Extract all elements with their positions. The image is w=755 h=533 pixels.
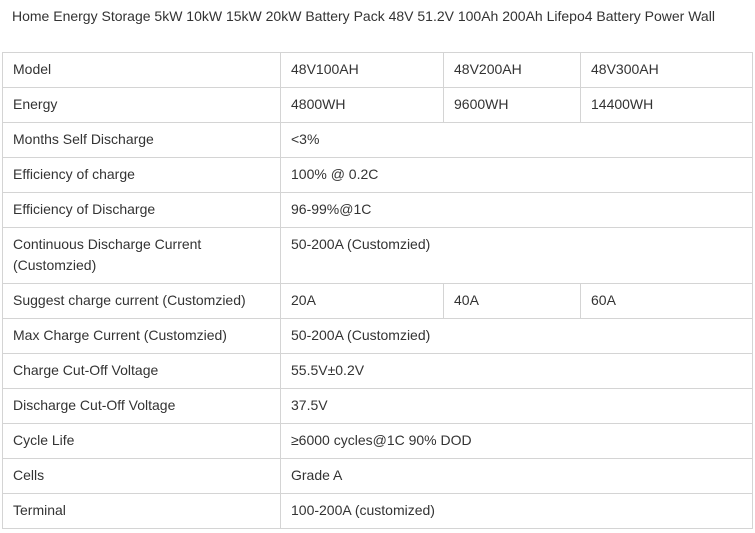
table-cell: 40A: [443, 283, 581, 319]
table-cell: 4800WH: [280, 87, 444, 123]
table-cell: 50-200A (Customzied): [280, 318, 753, 354]
row-label: Efficiency of charge: [2, 157, 281, 193]
table-cell: Grade A: [280, 458, 753, 494]
table-row: Max Charge Current (Customzied) 50-200A …: [2, 318, 753, 354]
row-label: Max Charge Current (Customzied): [2, 318, 281, 354]
row-label: Model: [2, 52, 281, 88]
table-row: Cycle Life ≥6000 cycles@1C 90% DOD: [2, 423, 753, 459]
row-label: Cells: [2, 458, 281, 494]
spec-table: Model 48V100AH 48V200AH 48V300AH Energy …: [2, 52, 753, 529]
table-row: Discharge Cut-Off Voltage 37.5V: [2, 388, 753, 424]
row-label: Terminal: [2, 493, 281, 529]
row-label: Charge Cut-Off Voltage: [2, 353, 281, 389]
table-cell: 60A: [580, 283, 753, 319]
table-cell: 55.5V±0.2V: [280, 353, 753, 389]
row-label: Efficiency of Discharge: [2, 192, 281, 228]
table-cell: 37.5V: [280, 388, 753, 424]
table-row: Efficiency of Discharge 96-99%@1C: [2, 192, 753, 228]
row-label: Continuous Discharge Current (Customzied…: [2, 227, 281, 284]
row-label: Discharge Cut-Off Voltage: [2, 388, 281, 424]
table-row: Model 48V100AH 48V200AH 48V300AH: [2, 52, 753, 88]
table-cell: 20A: [280, 283, 444, 319]
table-row: Charge Cut-Off Voltage 55.5V±0.2V: [2, 353, 753, 389]
row-label: Suggest charge current (Customzied): [2, 283, 281, 319]
table-cell: 100% @ 0.2C: [280, 157, 753, 193]
row-label: Months Self Discharge: [2, 122, 281, 158]
table-cell: 9600WH: [443, 87, 581, 123]
table-cell: ≥6000 cycles@1C 90% DOD: [280, 423, 753, 459]
table-row: Efficiency of charge 100% @ 0.2C: [2, 157, 753, 193]
table-cell: <3%: [280, 122, 753, 158]
page-title: Home Energy Storage 5kW 10kW 15kW 20kW B…: [12, 8, 715, 24]
table-cell: 48V100AH: [280, 52, 444, 88]
row-label: Energy: [2, 87, 281, 123]
table-cell: 48V300AH: [580, 52, 753, 88]
table-row: Terminal 100-200A (customized): [2, 493, 753, 529]
table-row: Continuous Discharge Current (Customzied…: [2, 227, 753, 284]
table-cell: 48V200AH: [443, 52, 581, 88]
spec-page: Home Energy Storage 5kW 10kW 15kW 20kW B…: [0, 0, 755, 533]
table-cell: 96-99%@1C: [280, 192, 753, 228]
table-cell: 14400WH: [580, 87, 753, 123]
table-row: Energy 4800WH 9600WH 14400WH: [2, 87, 753, 123]
table-row: Cells Grade A: [2, 458, 753, 494]
table-row: Suggest charge current (Customzied) 20A …: [2, 283, 753, 319]
table-cell: 100-200A (customized): [280, 493, 753, 529]
table-row: Months Self Discharge <3%: [2, 122, 753, 158]
table-cell: 50-200A (Customzied): [280, 227, 753, 284]
row-label: Cycle Life: [2, 423, 281, 459]
